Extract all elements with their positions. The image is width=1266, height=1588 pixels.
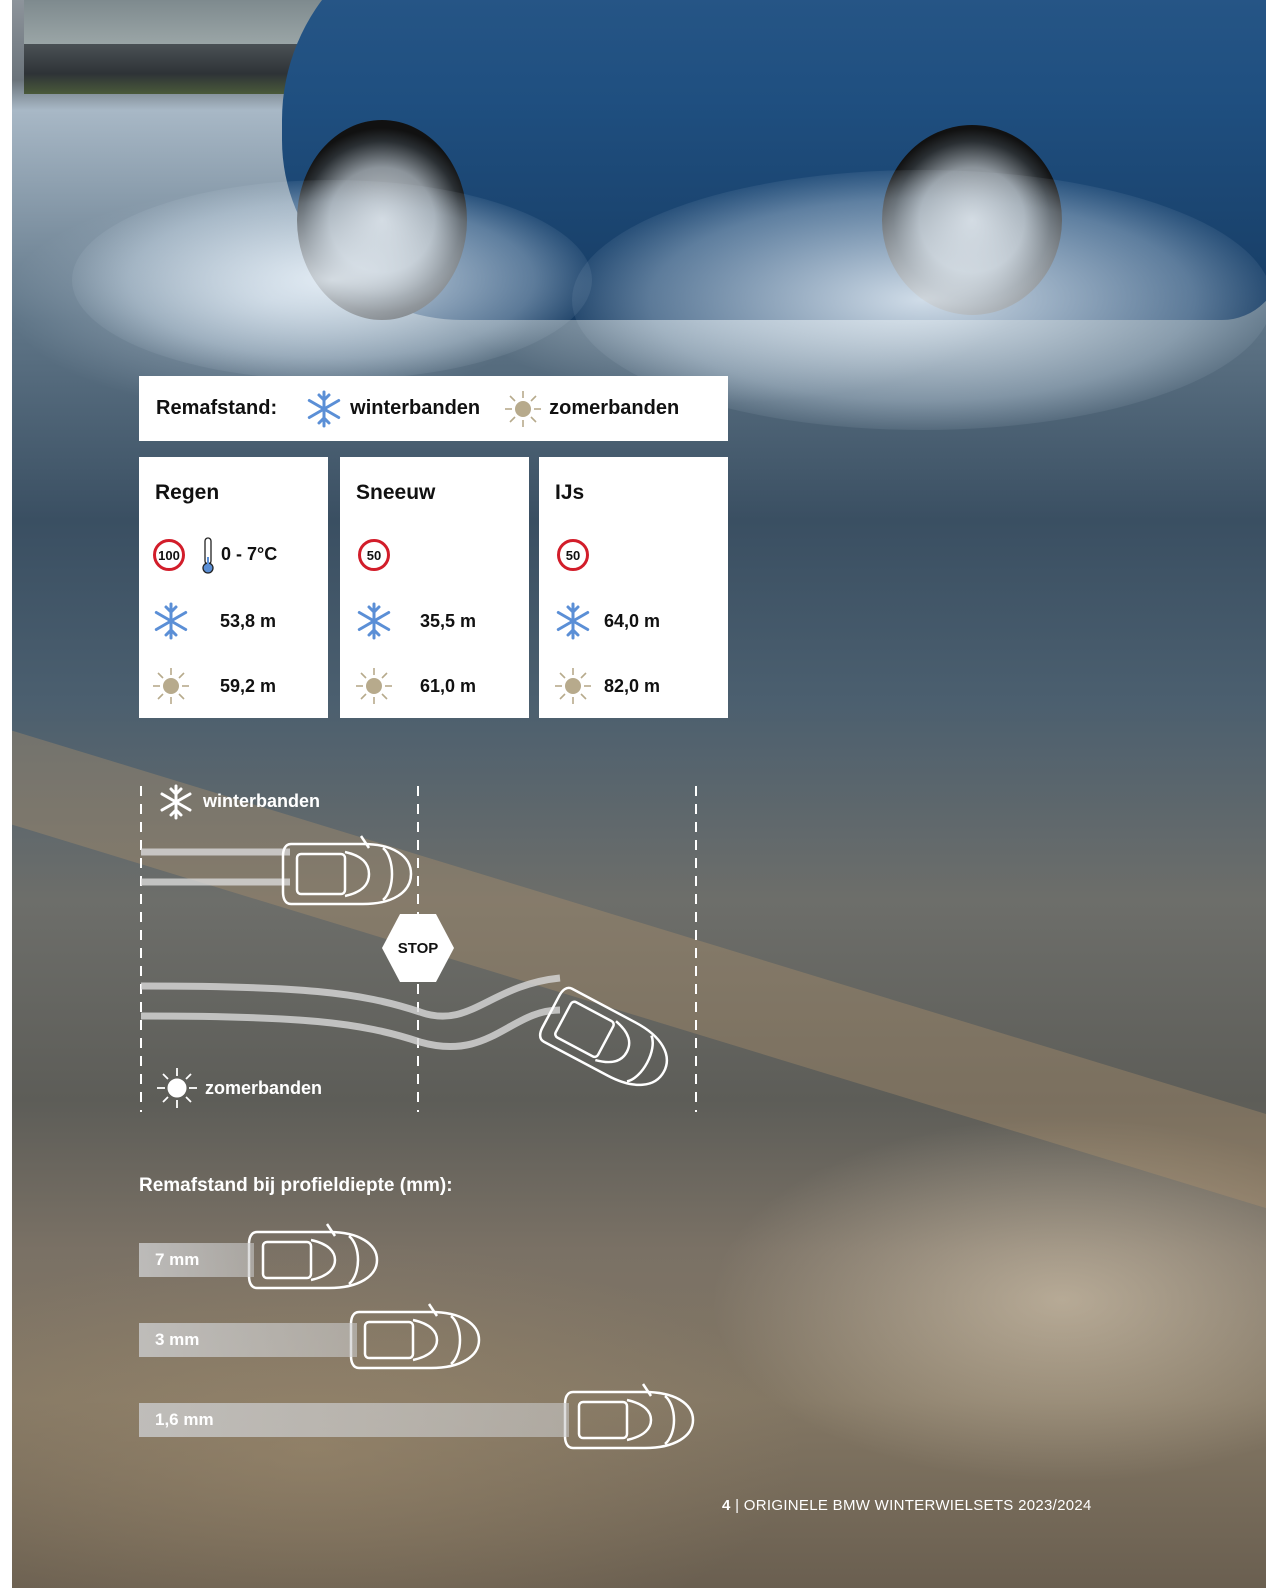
tread-bar-label: 3 mm <box>155 1330 200 1349</box>
tread-bar-label: 1,6 mm <box>155 1410 214 1429</box>
card-regen: Regen 100 0 - 7°C 53,8 m 59,2 m <box>139 457 328 718</box>
tread-bar-3mm: 3 mm <box>139 1323 357 1357</box>
snowflake-icon <box>307 390 341 427</box>
snowflake-icon <box>357 602 391 640</box>
speed-limit-sign: 50 <box>557 539 589 571</box>
speed-limit-sign: 100 <box>153 539 185 571</box>
snowflake-icon <box>154 602 188 640</box>
page-number: 4 <box>722 1497 731 1514</box>
winter-distance: 53,8 m <box>220 611 277 631</box>
guardrail <box>24 44 314 94</box>
diagram-summer-label: zomerbanden <box>205 1078 323 1098</box>
diagram-winter-label: winterbanden <box>203 791 321 811</box>
card-title: Regen <box>155 481 220 504</box>
summer-distance: 59,2 m <box>220 676 277 696</box>
background-buildings <box>24 0 324 44</box>
speed-limit-sign: 50 <box>358 539 390 571</box>
sun-icon <box>356 668 392 704</box>
tread-section-title: Remafstand bij profieldiepte (mm): <box>139 1175 453 1196</box>
footer-text: | ORIGINELE BMW WINTERWIELSETS 2023/2024 <box>730 1497 1092 1514</box>
snowflake-icon <box>556 602 590 640</box>
water-splash <box>72 180 592 380</box>
tread-bar-1-6mm: 1,6 mm <box>139 1403 569 1437</box>
legend-summer-label: zomerbanden <box>549 397 680 419</box>
temperature-range: 0 - 7°C <box>221 544 278 564</box>
tread-bar-label: 7 mm <box>155 1250 200 1269</box>
sun-icon <box>505 390 542 427</box>
page-footer: 4 | ORIGINELE BMW WINTERWIELSETS 2023/20… <box>722 1497 1092 1514</box>
summer-distance: 61,0 m <box>420 676 477 696</box>
summer-distance: 82,0 m <box>604 676 661 696</box>
legend-winter-label: winterbanden <box>350 397 481 419</box>
sun-icon <box>555 668 591 704</box>
stop-sign-label: STOP <box>397 940 439 957</box>
winter-distance: 64,0 m <box>604 611 661 631</box>
sun-icon <box>153 668 189 704</box>
legend-bar: Remafstand: winterbanden zomerbanden <box>139 376 728 441</box>
card-ijs: IJs 50 64,0 m 82,0 m <box>539 457 728 718</box>
legend-title: Remafstand: <box>156 397 278 419</box>
winter-distance: 35,5 m <box>420 611 477 631</box>
card-sneeuw: Sneeuw 50 35,5 m 61,0 m <box>340 457 529 718</box>
thermometer-icon <box>202 537 214 574</box>
card-title: Sneeuw <box>356 481 436 504</box>
card-title: IJs <box>555 481 585 504</box>
tread-bar-7mm: 7 mm <box>139 1243 254 1277</box>
